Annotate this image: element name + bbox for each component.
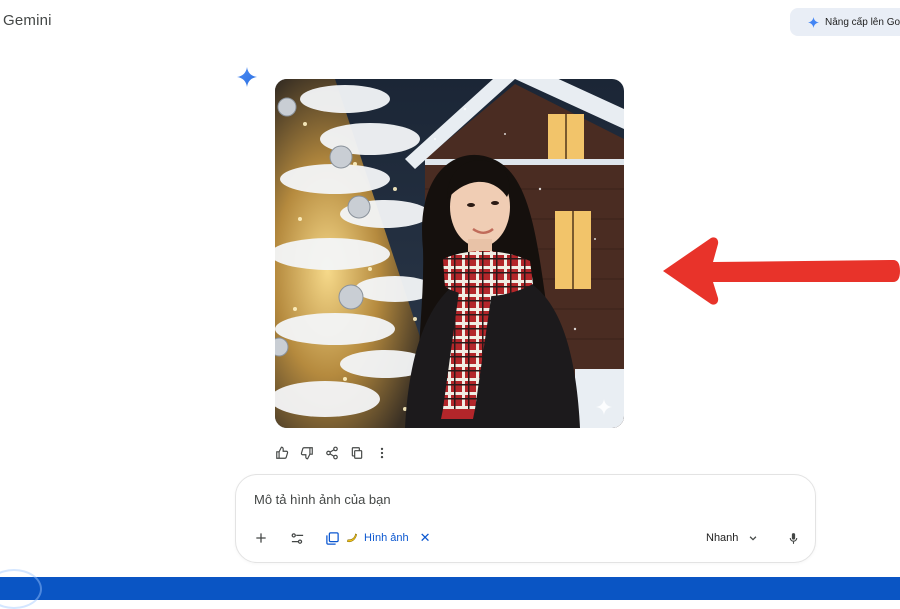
prompt-box: Hình ảnh ✕ Nhanh [235, 474, 816, 563]
prompt-input[interactable] [254, 489, 794, 509]
more-vert-icon[interactable] [373, 444, 390, 461]
add-button[interactable] [250, 527, 272, 549]
image-tool-chip[interactable]: Hình ảnh ✕ [325, 527, 431, 549]
banana-icon [346, 533, 357, 543]
tune-icon [291, 532, 303, 544]
thumb-down-icon[interactable] [298, 444, 315, 461]
upgrade-button[interactable]: Nâng cấp lên Google AI Pro [790, 8, 900, 36]
plus-icon [256, 533, 266, 543]
app-title[interactable]: Gemini [3, 12, 52, 29]
generated-image-illustration [275, 79, 624, 428]
taskbar [0, 569, 900, 609]
upgrade-label: Nâng cấp lên Google AI Pro [825, 16, 900, 28]
start-button[interactable] [0, 569, 42, 609]
tools-button[interactable] [286, 527, 308, 549]
chevron-down-icon [750, 536, 757, 541]
microphone-button[interactable] [782, 527, 804, 549]
image-gallery-icon [326, 531, 339, 545]
chip-close-icon[interactable]: ✕ [420, 530, 431, 546]
mode-selector[interactable]: Nhanh [706, 527, 758, 549]
red-arrow-annotation [663, 237, 900, 305]
microphone-icon [789, 532, 797, 544]
share-icon[interactable] [323, 444, 340, 461]
copy-icon[interactable] [348, 444, 365, 461]
response-actions [273, 444, 390, 461]
gemini-spark-icon [808, 16, 819, 28]
gemini-spark-icon [237, 67, 257, 87]
mode-label: Nhanh [706, 532, 739, 544]
generated-image[interactable] [275, 79, 624, 428]
image-tool-label: Hình ảnh [364, 532, 409, 544]
thumb-up-icon[interactable] [273, 444, 290, 461]
